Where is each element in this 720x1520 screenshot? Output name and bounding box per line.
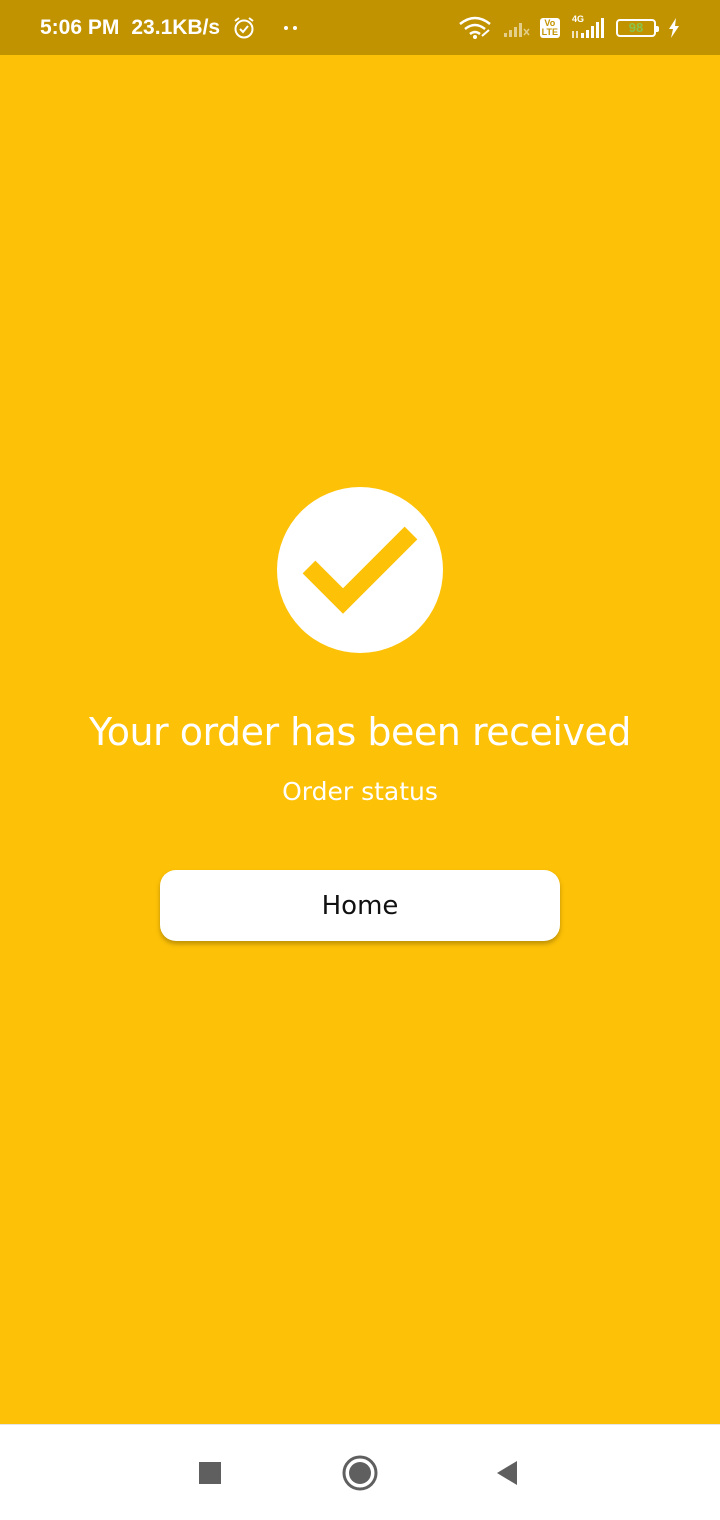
charging-icon [668,17,680,38]
status-time: 5:06 PM [40,15,120,39]
network-type: 4G [572,13,585,24]
status-left: 5:06 PM 23.1KB/s [40,15,298,40]
wifi-icon [458,16,492,40]
volte-badge: Vo LTE [539,17,560,38]
recent-apps-icon[interactable] [190,1453,230,1493]
battery-icon: 98 [616,18,659,37]
network-speed: 23.1KB/s [131,15,221,39]
check-circle-icon [277,487,443,653]
signal-icon: 4G [570,13,606,39]
status-bar: 5:06 PM 23.1KB/s Vo LTE 4G 98 [0,0,720,55]
alarm-icon [232,16,256,40]
order-confirmation-screen: Your order has been received Order statu… [0,55,720,1424]
back-icon[interactable] [487,1453,527,1493]
battery-level: 98 [628,20,644,35]
home-button[interactable]: Home [160,870,560,941]
home-icon[interactable] [340,1453,380,1493]
status-right: Vo LTE 4G 98 [458,13,680,40]
confirmation-title: Your order has been received [89,710,631,754]
signal-weak-icon [502,18,530,38]
notification-dots-icon [284,25,298,30]
system-nav-bar [0,1424,720,1520]
volte-label-bottom: LTE [541,26,558,37]
order-status-link[interactable]: Order status [0,777,720,806]
